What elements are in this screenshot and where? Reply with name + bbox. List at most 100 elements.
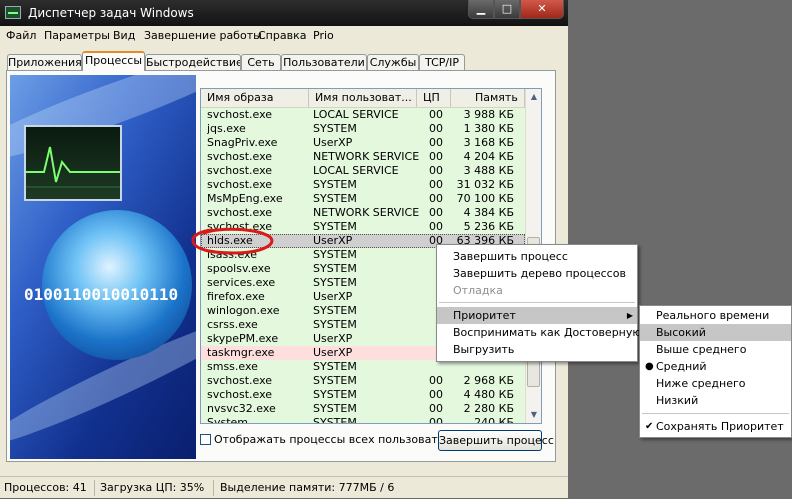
tab-applications[interactable]: Приложения (7, 54, 82, 71)
process-name-cell: firefox.exe (207, 290, 265, 303)
process-name-cell: svchost.exe (207, 374, 273, 387)
table-row[interactable]: svchost.exe LOCAL SERVICE 00 3 988 КБ (201, 108, 525, 122)
process-name-cell: hlds.exe (207, 234, 253, 247)
menu-help[interactable]: Справка (258, 29, 306, 42)
end-process-button[interactable]: Завершить процесс (438, 430, 554, 451)
process-user-cell: SYSTEM (313, 304, 357, 317)
column-user-name[interactable]: Имя пользоват... (309, 89, 417, 107)
process-user-cell: SYSTEM (313, 360, 357, 373)
process-cpu-cell: 00 (429, 374, 443, 387)
window-title: Диспетчер задач Windows (28, 6, 194, 20)
process-user-cell: UserXP (313, 290, 353, 303)
process-cpu-cell: 00 (429, 388, 443, 401)
process-user-cell: SYSTEM (313, 276, 357, 289)
tab-performance[interactable]: Быстродействие (145, 54, 241, 71)
column-cpu[interactable]: ЦП (417, 89, 451, 107)
scroll-up-arrow-icon[interactable]: ▲ (526, 89, 541, 105)
process-user-cell: SYSTEM (313, 416, 357, 424)
process-cpu-cell: 00 (429, 164, 443, 177)
menu-file[interactable]: Файл (6, 29, 36, 42)
process-name-cell: svchost.exe (207, 220, 273, 233)
checkbox-box[interactable] (200, 434, 211, 445)
process-memory-cell: 3 168 КБ (463, 136, 514, 149)
tab-users[interactable]: Пользователи (281, 54, 367, 71)
status-memory: Выделение памяти: 777МБ / 6 (220, 481, 395, 494)
process-user-cell: LOCAL SERVICE (313, 108, 399, 121)
table-row[interactable]: svchost.exe NETWORK SERVICE 00 4 384 КБ (201, 206, 525, 220)
menu-end-process-tree[interactable]: Завершить дерево процессов (437, 265, 637, 282)
process-name-cell: services.exe (207, 276, 276, 289)
priority-normal[interactable]: ● Средний (640, 358, 791, 375)
process-user-cell: UserXP (313, 346, 353, 359)
table-row[interactable]: MsMpEng.exe SYSTEM 00 70 100 КБ (201, 192, 525, 206)
table-row[interactable]: svchost.exe SYSTEM 00 2 968 КБ (201, 374, 525, 388)
menu-view[interactable]: Вид (113, 29, 135, 42)
menu-mark-trusted[interactable]: Воспринимать как Достоверную (437, 324, 642, 341)
process-memory-cell: 70 100 КБ (456, 192, 514, 205)
process-user-cell: SYSTEM (313, 220, 357, 233)
tab-processes[interactable]: Процессы (82, 51, 145, 71)
process-user-cell: NETWORK SERVICE (313, 150, 420, 163)
menu-shutdown[interactable]: Завершение работы (144, 29, 262, 42)
process-cpu-cell: 00 (429, 220, 443, 233)
menu-unload[interactable]: Выгрузить (437, 341, 637, 358)
menu-priority[interactable]: Приоритет ▶ (437, 307, 637, 324)
priority-above-normal[interactable]: Выше среднего (640, 341, 791, 358)
monitor-graph-icon (24, 125, 122, 201)
minimize-button[interactable]: ▁ (468, 0, 494, 19)
title-bar[interactable]: Диспетчер задач Windows ▁ □ ✕ (0, 0, 568, 26)
table-row[interactable]: System SYSTEM 00 240 КБ (201, 416, 525, 424)
process-cpu-cell: 00 (429, 136, 443, 149)
column-memory[interactable]: Память (451, 89, 525, 107)
maximize-button[interactable]: □ (494, 0, 520, 19)
priority-normal-label: Средний (656, 360, 707, 373)
process-user-cell: SYSTEM (313, 192, 357, 205)
priority-realtime[interactable]: Реального времени (640, 307, 791, 324)
menu-options[interactable]: Параметры (44, 29, 110, 42)
table-row[interactable]: nvsvc32.exe SYSTEM 00 2 280 КБ (201, 402, 525, 416)
table-row[interactable]: svchost.exe SYSTEM 00 5 236 КБ (201, 220, 525, 234)
priority-below-normal[interactable]: Ниже среднего (640, 375, 791, 392)
priority-save[interactable]: ✔ Сохранять Приоритет (640, 418, 791, 435)
table-row[interactable]: svchost.exe NETWORK SERVICE 00 4 204 КБ (201, 150, 525, 164)
table-row[interactable]: SnagPriv.exe UserXP 00 3 168 КБ (201, 136, 525, 150)
tab-network[interactable]: Сеть (241, 54, 281, 71)
process-name-cell: spoolsv.exe (207, 262, 271, 275)
priority-high[interactable]: Высокий (640, 324, 791, 341)
status-cpu-load: Загрузка ЦП: 35% (100, 481, 205, 494)
table-row[interactable]: svchost.exe SYSTEM 00 4 480 КБ (201, 388, 525, 402)
process-user-cell: SYSTEM (313, 318, 357, 331)
process-name-cell: System (207, 416, 249, 424)
process-memory-cell: 5 236 КБ (463, 220, 514, 233)
process-name-cell: svchost.exe (207, 150, 273, 163)
menu-bar: Файл Параметры Вид Завершение работы Спр… (0, 26, 568, 46)
tab-tcpip[interactable]: TCP/IP (419, 54, 465, 71)
decorative-graphic: 0100110010010110 (10, 75, 196, 459)
menu-prio[interactable]: Prio (313, 29, 334, 42)
table-row[interactable]: svchost.exe SYSTEM 00 31 032 КБ (201, 178, 525, 192)
scroll-down-arrow-icon[interactable]: ▼ (526, 407, 541, 423)
process-name-cell: winlogon.exe (207, 304, 280, 317)
process-memory-cell: 2 280 КБ (463, 402, 514, 415)
process-user-cell: SYSTEM (313, 122, 357, 135)
priority-save-label: Сохранять Приоритет (656, 420, 784, 433)
column-image-name[interactable]: Имя образа (201, 89, 309, 107)
process-name-cell: csrss.exe (207, 318, 258, 331)
process-list-header: Имя образа Имя пользоват... ЦП Память (201, 89, 525, 108)
process-name-cell: SnagPriv.exe (207, 136, 278, 149)
table-row[interactable]: smss.exe SYSTEM (201, 360, 525, 374)
tab-services[interactable]: Службы (367, 54, 419, 71)
process-name-cell: nvsvc32.exe (207, 402, 276, 415)
process-memory-cell: 3 988 КБ (463, 108, 514, 121)
process-name-cell: svchost.exe (207, 164, 273, 177)
process-cpu-cell: 00 (429, 122, 443, 135)
process-cpu-cell: 00 (429, 402, 443, 415)
close-button[interactable]: ✕ (520, 0, 564, 19)
process-user-cell: LOCAL SERVICE (313, 164, 399, 177)
menu-end-process[interactable]: Завершить процесс (437, 248, 637, 265)
process-memory-cell: 4 384 КБ (463, 206, 514, 219)
table-row[interactable]: jqs.exe SYSTEM 00 1 380 КБ (201, 122, 525, 136)
priority-low[interactable]: Низкий (640, 392, 791, 409)
process-user-cell: SYSTEM (313, 248, 357, 261)
table-row[interactable]: svchost.exe LOCAL SERVICE 00 3 488 КБ (201, 164, 525, 178)
